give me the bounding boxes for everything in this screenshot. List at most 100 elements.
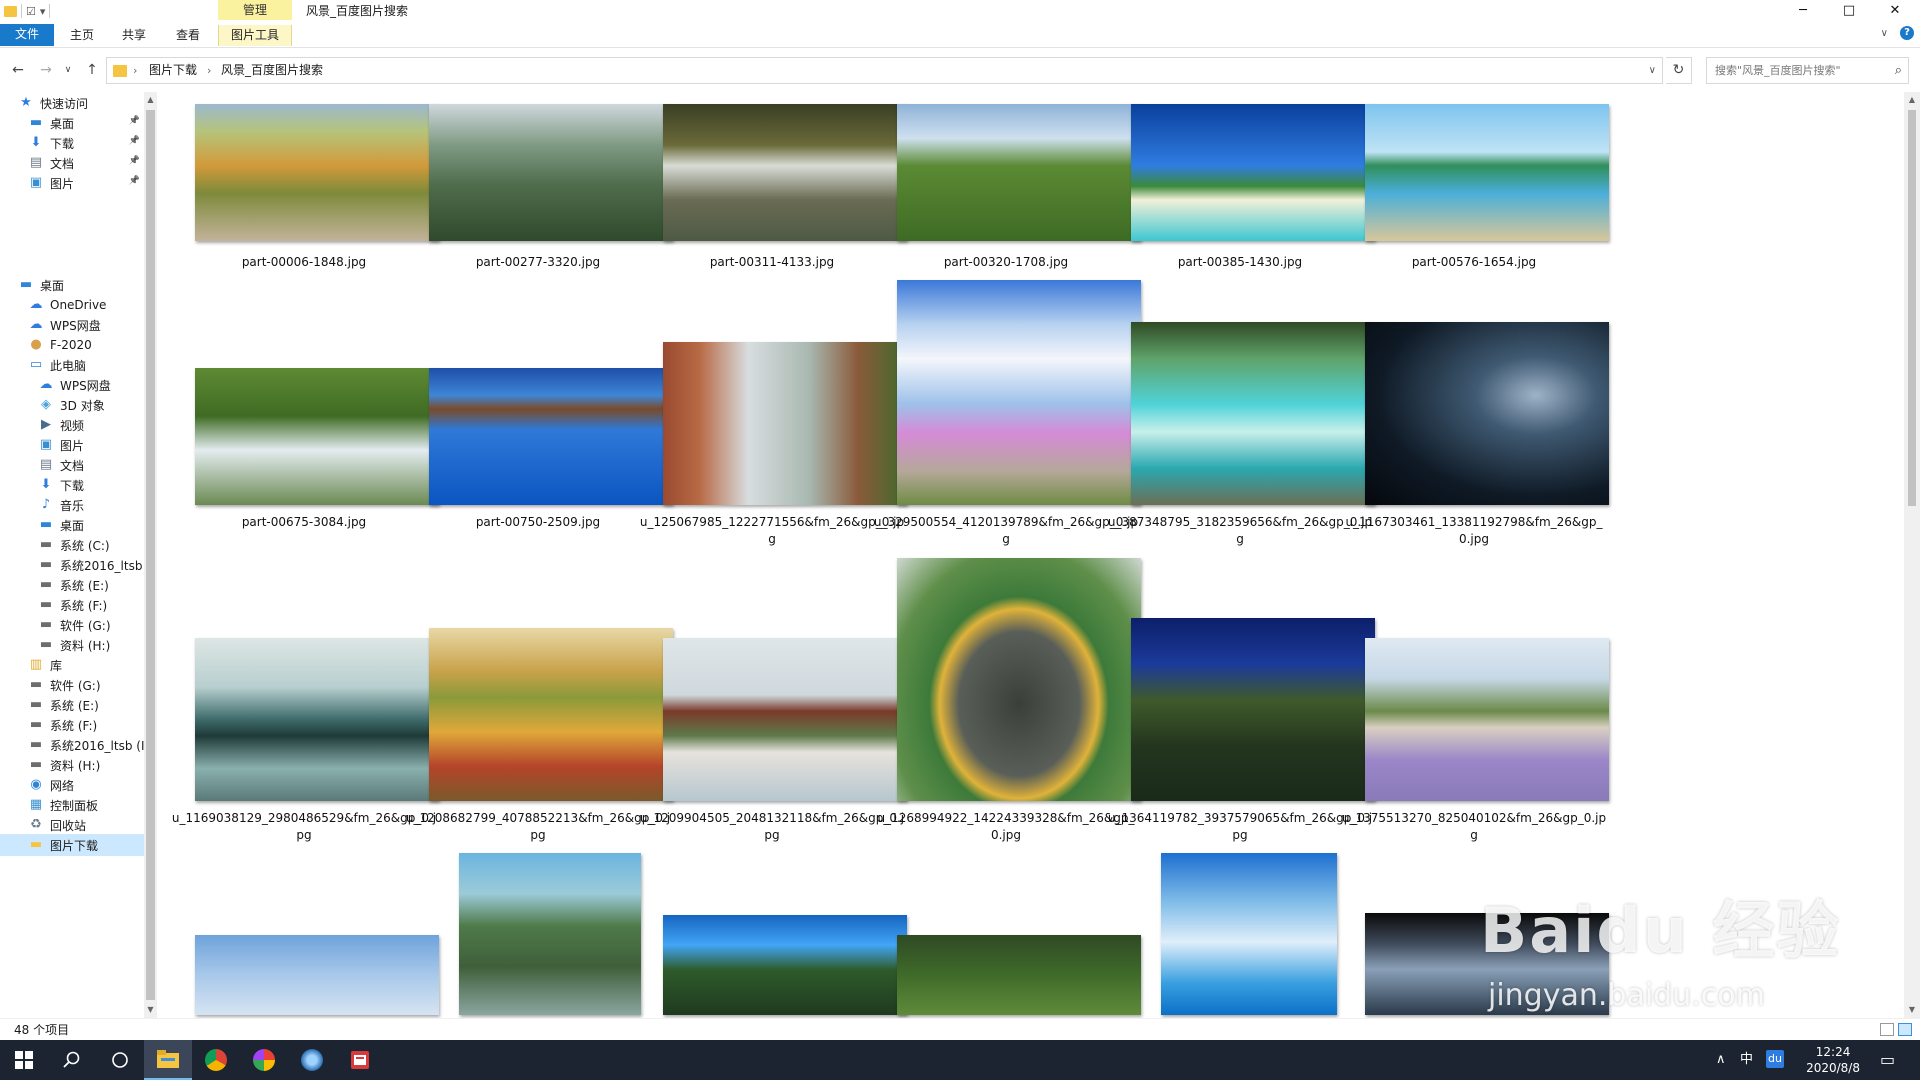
nav-item[interactable]: ♪ 音乐	[0, 494, 144, 516]
breadcrumb-chevron-icon[interactable]: ›	[207, 58, 211, 83]
pin-icon[interactable]: 📌	[129, 136, 140, 146]
image-thumbnail[interactable]	[663, 104, 907, 241]
close-button[interactable]: ✕	[1872, 0, 1918, 22]
breadcrumb-chevron-icon[interactable]: ›	[133, 58, 137, 83]
image-thumbnail[interactable]	[195, 638, 439, 801]
search-box[interactable]: 搜索"风景_百度图片搜索" ⌕	[1706, 57, 1909, 84]
image-thumbnail[interactable]	[1365, 322, 1609, 505]
image-thumbnail[interactable]	[1365, 913, 1609, 1015]
search-input[interactable]: 搜索"风景_百度图片搜索"	[1715, 58, 1841, 83]
start-button[interactable]	[0, 1040, 48, 1080]
tab-share[interactable]: 共享	[112, 25, 156, 46]
baidu-ime-icon[interactable]: du	[1766, 1050, 1784, 1068]
taskbar-chrome[interactable]	[192, 1040, 240, 1080]
scroll-down-icon[interactable]: ▼	[144, 1002, 157, 1018]
image-thumbnail[interactable]	[195, 935, 439, 1015]
nav-item[interactable]: ▬ 系统 (F:)	[0, 714, 144, 736]
pin-icon[interactable]: 📌	[129, 116, 140, 126]
up-arrow-icon[interactable]: ↑	[82, 60, 102, 80]
address-bar[interactable]: › 图片下载 › 风景_百度图片搜索 ∨	[106, 57, 1663, 84]
show-hidden-icons[interactable]: ∧	[1716, 1040, 1726, 1080]
customize-qat-icon[interactable]: ▾	[40, 5, 46, 18]
nav-item[interactable]: ▬ 桌面	[0, 274, 144, 296]
notifications-icon[interactable]: ▭	[1880, 1040, 1895, 1080]
taskbar-wps[interactable]	[336, 1040, 384, 1080]
recent-locations-chevron-icon[interactable]: ∨	[62, 60, 74, 80]
nav-item[interactable]: ▬ 资料 (H:)	[0, 634, 144, 656]
help-icon[interactable]: ?	[1900, 26, 1914, 40]
tab-home[interactable]: 主页	[60, 25, 104, 46]
nav-item[interactable]: ▦ 控制面板	[0, 794, 144, 816]
taskbar-app-tool[interactable]	[288, 1040, 336, 1080]
context-tab-manage[interactable]: 管理	[218, 0, 292, 20]
nav-item[interactable]: ▬ 桌面	[0, 514, 144, 536]
nav-item[interactable]: ▬ 系统 (F:)	[0, 594, 144, 616]
breadcrumb-item[interactable]: 风景_百度图片搜索	[221, 58, 323, 83]
nav-item[interactable]: ☁ WPS网盘	[0, 374, 144, 396]
image-thumbnail[interactable]	[1161, 853, 1337, 1015]
image-thumbnail[interactable]	[459, 853, 641, 1015]
scrollbar-thumb[interactable]	[146, 110, 155, 1000]
image-thumbnail[interactable]	[195, 104, 439, 241]
scroll-up-icon[interactable]: ▲	[1904, 92, 1920, 108]
image-thumbnail[interactable]	[1131, 322, 1375, 505]
nav-item[interactable]: ● F-2020	[0, 334, 144, 356]
image-thumbnail[interactable]	[897, 558, 1141, 801]
nav-item[interactable]: ⬇ 下载 📌	[0, 132, 144, 154]
tab-picture-tools[interactable]: 图片工具	[218, 25, 292, 46]
nav-item[interactable]: ▬ 系统 (C:)	[0, 534, 144, 556]
image-thumbnail[interactable]	[663, 915, 907, 1015]
image-thumbnail[interactable]	[897, 104, 1141, 241]
nav-item[interactable]: ▬ 系统2016_ltsb (I	[0, 734, 144, 756]
large-icons-view-button[interactable]	[1898, 1023, 1912, 1036]
image-thumbnail[interactable]	[429, 368, 673, 505]
file-view-scrollbar[interactable]: ▲ ▼	[1904, 92, 1920, 1018]
nav-item[interactable]: ▣ 图片	[0, 434, 144, 456]
tab-file[interactable]: 文件	[0, 24, 54, 46]
nav-pane-scrollbar[interactable]: ▲ ▼	[144, 92, 157, 1018]
nav-item[interactable]: ▭ 此电脑	[0, 354, 144, 376]
nav-item[interactable]: ▥ 库	[0, 654, 144, 676]
pin-icon[interactable]: 📌	[129, 156, 140, 166]
back-arrow-icon[interactable]: ←	[8, 60, 28, 80]
nav-item[interactable]: ▶ 视频	[0, 414, 144, 436]
nav-item[interactable]: ◉ 网络	[0, 774, 144, 796]
search-taskbar-button[interactable]	[48, 1040, 96, 1080]
ime-indicator[interactable]: 中	[1740, 1040, 1753, 1080]
nav-item[interactable]: ▬ 系统 (E:)	[0, 694, 144, 716]
image-thumbnail[interactable]	[1365, 104, 1609, 241]
nav-item[interactable]: ▬ 软件 (G:)	[0, 614, 144, 636]
forward-arrow-icon[interactable]: →	[36, 60, 56, 80]
minimize-button[interactable]: ─	[1780, 0, 1826, 22]
image-thumbnail[interactable]	[195, 368, 439, 505]
image-thumbnail[interactable]	[897, 280, 1141, 505]
scroll-up-icon[interactable]: ▲	[144, 92, 157, 108]
refresh-icon[interactable]: ↻	[1666, 57, 1692, 84]
clock[interactable]: 12:24 2020/8/8	[1806, 1044, 1860, 1076]
image-thumbnail[interactable]	[1365, 638, 1609, 801]
scrollbar-thumb[interactable]	[1908, 110, 1916, 506]
nav-item[interactable]: ▬ 系统2016_ltsb	[0, 554, 144, 576]
nav-item[interactable]: ☁ WPS网盘	[0, 314, 144, 336]
pin-icon[interactable]: 📌	[129, 176, 140, 186]
nav-item[interactable]: ▬ 图片下载	[0, 834, 144, 856]
nav-item[interactable]: ⬇ 下载	[0, 474, 144, 496]
nav-item[interactable]: ▣ 图片 📌	[0, 172, 144, 194]
image-thumbnail[interactable]	[897, 935, 1141, 1015]
image-thumbnail[interactable]	[429, 104, 673, 241]
image-thumbnail[interactable]	[663, 638, 907, 801]
nav-item[interactable]: ▬ 桌面 📌	[0, 112, 144, 134]
nav-item[interactable]: ◈ 3D 对象	[0, 394, 144, 416]
maximize-button[interactable]: □	[1826, 0, 1872, 22]
nav-item[interactable]: ▬ 资料 (H:)	[0, 754, 144, 776]
nav-item[interactable]: ☁ OneDrive	[0, 294, 144, 316]
nav-item[interactable]: ▬ 软件 (G:)	[0, 674, 144, 696]
nav-item[interactable]: ▤ 文档 📌	[0, 152, 144, 174]
task-view-button[interactable]	[96, 1040, 144, 1080]
scroll-down-icon[interactable]: ▼	[1904, 1002, 1920, 1018]
taskbar-chrome-alt[interactable]	[240, 1040, 288, 1080]
tab-view[interactable]: 查看	[164, 25, 212, 46]
taskbar-file-explorer[interactable]	[144, 1040, 192, 1080]
nav-item[interactable]: ▬ 系统 (E:)	[0, 574, 144, 596]
nav-item[interactable]: ★ 快速访问	[0, 92, 144, 114]
